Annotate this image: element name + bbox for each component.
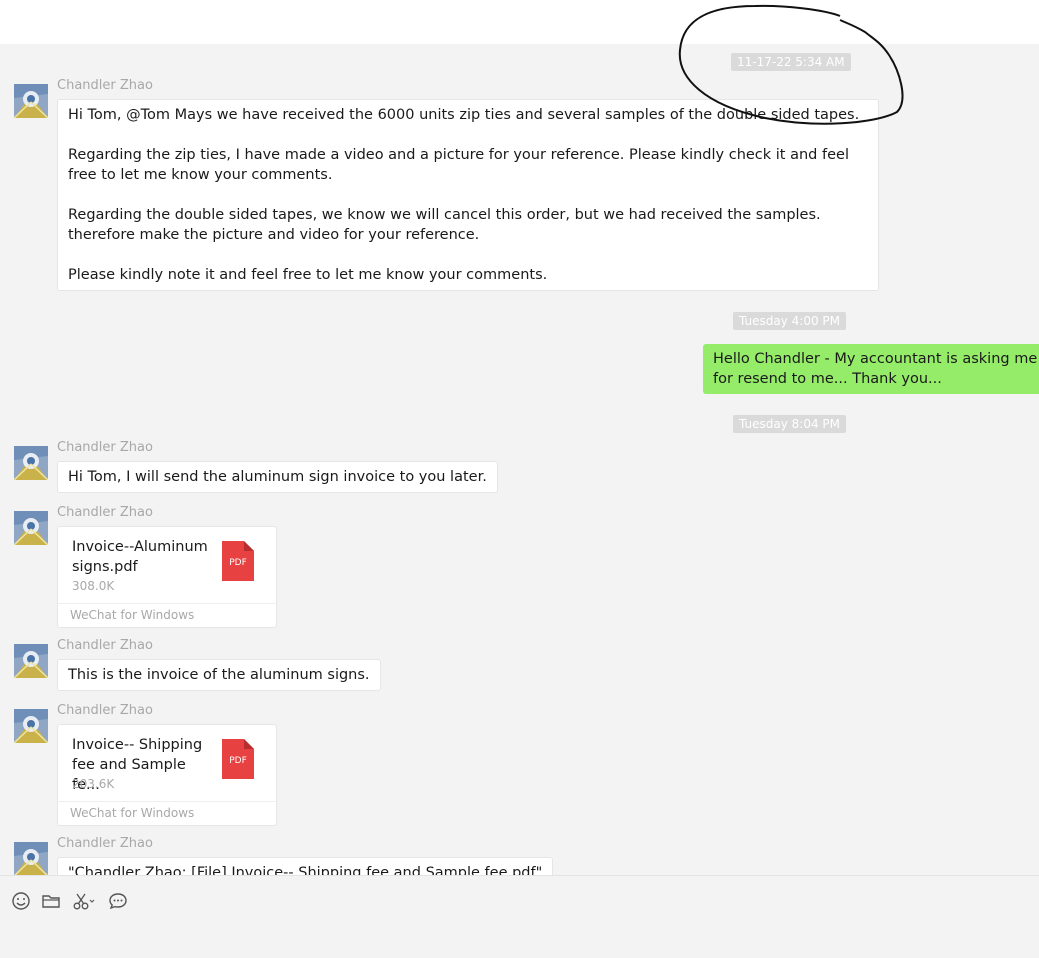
avatar[interactable]	[14, 709, 48, 743]
avatar[interactable]	[14, 842, 48, 875]
message-input-area[interactable]	[0, 875, 1039, 958]
chat-history-icon[interactable]	[107, 890, 129, 912]
message-bubble[interactable]: Hi Tom, I will send the aluminum sign in…	[57, 461, 498, 493]
own-message-bubble[interactable]: Hello Chandler - My accountant is asking…	[703, 344, 1039, 394]
avatar[interactable]	[14, 84, 48, 118]
file-attachment-card[interactable]: Invoice-- Shipping fee and Sample fe... …	[57, 724, 277, 826]
file-source: WeChat for Windows	[58, 603, 276, 627]
file-size: 308.0K	[72, 579, 115, 593]
sender-name: Chandler Zhao	[57, 836, 153, 851]
message-paragraph: Please kindly note it and feel free to l…	[68, 267, 548, 283]
sender-name: Chandler Zhao	[57, 703, 153, 718]
avatar[interactable]	[14, 446, 48, 480]
sender-name: Chandler Zhao	[57, 440, 153, 455]
folder-icon[interactable]	[40, 890, 62, 912]
message-bubble[interactable]: "Chandler Zhao: [File] Invoice-- Shippin…	[57, 857, 554, 875]
pdf-icon-label: PDF	[229, 558, 247, 568]
file-size: 203.6K	[72, 777, 115, 791]
message-bubble[interactable]: This is the invoice of the aluminum sign…	[57, 659, 381, 691]
pdf-icon: PDF	[222, 541, 254, 581]
sender-name: Chandler Zhao	[57, 638, 153, 653]
message-paragraph: Hi Tom, @Tom Mays we have received the 6…	[68, 107, 860, 123]
timestamp: 11-17-22 5:34 AM	[731, 53, 851, 71]
file-name: Invoice--Aluminum signs.pdf	[72, 539, 208, 575]
pdf-icon: PDF	[222, 739, 254, 779]
file-source: WeChat for Windows	[58, 801, 276, 825]
sender-name: Chandler Zhao	[57, 505, 153, 520]
file-attachment-card[interactable]: Invoice--Aluminum signs.pdf 308.0K PDF W…	[57, 526, 277, 628]
avatar[interactable]	[14, 511, 48, 545]
timestamp: Tuesday 4:00 PM	[733, 312, 846, 330]
avatar[interactable]	[14, 644, 48, 678]
scissors-icon[interactable]	[72, 890, 98, 912]
message-bubble[interactable]: Hi Tom, @Tom Mays we have received the 6…	[57, 99, 879, 291]
chat-message-area[interactable]: 11-17-22 5:34 AM Chandler Zhao Hi Tom, @…	[0, 44, 1039, 875]
pdf-icon-label: PDF	[229, 756, 247, 766]
emoji-icon[interactable]	[10, 890, 32, 912]
timestamp: Tuesday 8:04 PM	[733, 415, 846, 433]
message-paragraph: Regarding the double sided tapes, we kno…	[68, 207, 821, 243]
message-paragraph: Regarding the zip ties, I have made a vi…	[68, 147, 849, 183]
chat-header	[0, 0, 1039, 44]
sender-name: Chandler Zhao	[57, 78, 153, 93]
